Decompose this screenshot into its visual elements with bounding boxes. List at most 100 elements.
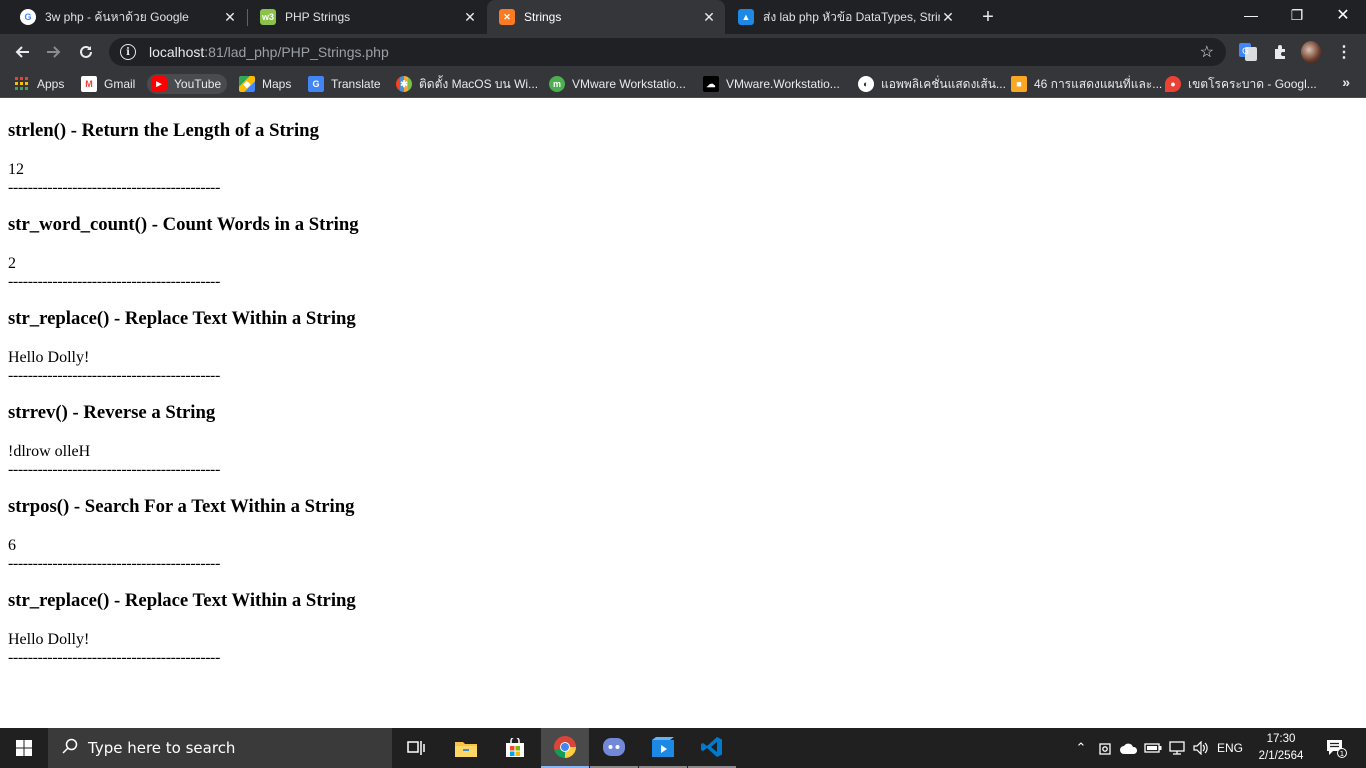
bookmark-label: YouTube	[174, 77, 222, 91]
close-tab-icon[interactable]: ✕	[462, 9, 478, 25]
site-info-icon[interactable]: i	[120, 44, 136, 60]
chrome-taskbar-icon[interactable]	[541, 728, 589, 768]
section-strlen: strlen() - Return the Length of a String…	[8, 120, 1358, 197]
bookmark-map-display[interactable]: ■ 46 การแสดงแผนที่และ...	[1011, 74, 1162, 94]
discord-icon[interactable]	[590, 728, 638, 768]
bookmark-apps[interactable]: Apps	[14, 74, 64, 94]
close-tab-icon[interactable]: ✕	[222, 9, 238, 25]
translate-icon: G	[308, 76, 324, 92]
forward-arrow-icon[interactable]	[40, 38, 68, 66]
bookmark-vmware-2[interactable]: ☁ VMware.Workstatio...	[703, 74, 840, 94]
back-arrow-icon[interactable]	[8, 38, 36, 66]
bookmark-label: VMware.Workstatio...	[726, 77, 840, 91]
tab-title: Strings	[524, 10, 562, 24]
search-icon	[62, 738, 78, 758]
volume-icon[interactable]	[1191, 728, 1211, 768]
bookmark-label: Apps	[37, 77, 65, 91]
section-heading: str_replace() - Replace Text Within a St…	[8, 590, 356, 611]
more-bookmarks-chevron-icon[interactable]: »	[1342, 74, 1350, 90]
url-host: localhost	[149, 44, 205, 60]
cloud-download-icon: ☁	[703, 76, 719, 92]
w3schools-icon: w3	[260, 9, 276, 25]
bookmark-outbreak-zone[interactable]: ● เขตโรคระบาด - Googl...	[1165, 74, 1317, 94]
tab-title: ส่ง lab php หัวข้อ DataTypes, Strings	[763, 9, 940, 24]
gmail-icon: M	[81, 76, 97, 92]
bookmark-gmail[interactable]: M Gmail	[81, 74, 135, 94]
section-heading: str_word_count() - Count Words in a Stri…	[8, 214, 359, 235]
section-str-word-count: str_word_count() - Count Words in a Stri…	[8, 214, 1358, 291]
maps-icon: ◆	[239, 76, 255, 92]
input-language-indicator[interactable]: ENG	[1213, 728, 1247, 768]
vmware-icon: m	[549, 76, 565, 92]
microsoft-store-icon[interactable]	[491, 728, 539, 768]
section-separator: ----------------------------------------…	[8, 273, 220, 290]
section-output: 2	[8, 255, 16, 272]
bookmark-youtube[interactable]: ▶ YouTube	[147, 74, 228, 94]
tab-classroom[interactable]: ▲ ส่ง lab php หัวข้อ DataTypes, Strings …	[726, 0, 964, 34]
tab-php-strings[interactable]: w3 PHP Strings ✕	[248, 0, 486, 34]
address-bar[interactable]: i localhost:81/lad_php/PHP_Strings.php ☆	[109, 38, 1226, 66]
camera-icon[interactable]	[1095, 728, 1115, 768]
bookmark-label: ติดตั้ง MacOS บน Wi...	[419, 76, 539, 91]
close-tab-icon[interactable]: ✕	[701, 9, 717, 25]
tab-strings-active[interactable]: ✕ Strings ✕	[487, 0, 725, 34]
bookmark-star-icon[interactable]: ☆	[1200, 42, 1214, 62]
network-icon[interactable]	[1167, 728, 1187, 768]
tab-title: PHP Strings	[285, 10, 351, 24]
section-separator: ----------------------------------------…	[8, 461, 220, 478]
map-pin-icon: ●	[1165, 76, 1181, 92]
file-explorer-icon[interactable]	[442, 728, 490, 768]
vscode-icon[interactable]	[688, 728, 736, 768]
tab-google-search[interactable]: G 3w php - ค้นหาด้วย Google ✕	[8, 0, 246, 34]
bookmark-label: เขตโรคระบาด - Googl...	[1188, 76, 1317, 91]
system-clock[interactable]: 17:30 2/1/2564	[1250, 731, 1312, 765]
section-heading: strrev() - Reverse a String	[8, 402, 216, 423]
section-separator: ----------------------------------------…	[8, 179, 220, 196]
joomla-icon: ✱	[396, 76, 412, 92]
windows-taskbar: Type here to search ⌃ ENG 17:30 2/1/2564	[0, 728, 1366, 768]
show-hidden-icons-chevron-icon[interactable]: ⌃	[1071, 728, 1091, 768]
profile-avatar[interactable]	[1301, 41, 1321, 63]
battery-icon[interactable]	[1143, 728, 1163, 768]
google-translate-extension-icon[interactable]: G	[1238, 42, 1258, 62]
bookmark-vmware-1[interactable]: m VMware Workstatio...	[549, 74, 686, 94]
search-placeholder: Type here to search	[88, 739, 236, 757]
bookmark-label: 46 การแสดงแผนที่และ...	[1034, 76, 1163, 91]
section-output: Hello Dolly!	[8, 631, 90, 648]
reload-icon[interactable]	[72, 38, 100, 66]
task-view-icon[interactable]	[392, 728, 440, 768]
close-window-icon[interactable]: ✕	[1320, 0, 1366, 30]
section-heading: strpos() - Search For a Text Within a St…	[8, 496, 355, 517]
clock-date: 2/1/2564	[1258, 750, 1304, 762]
chrome-menu-icon[interactable]: ⋮	[1334, 42, 1354, 62]
section-output: Hello Dolly!	[8, 349, 90, 366]
bookmark-label: VMware Workstatio...	[572, 77, 686, 91]
bookmark-maps[interactable]: ◆ Maps	[239, 74, 291, 94]
close-tab-icon[interactable]: ✕	[940, 9, 956, 25]
extensions-puzzle-icon[interactable]	[1270, 42, 1290, 62]
bookmark-macos-install[interactable]: ✱ ติดตั้ง MacOS บน Wi...	[396, 74, 538, 94]
windows-start-icon[interactable]	[0, 728, 48, 768]
svg-text:G: G	[1242, 47, 1249, 57]
onedrive-cloud-icon[interactable]	[1119, 728, 1139, 768]
taskbar-search-box[interactable]: Type here to search	[48, 728, 392, 768]
tab-title: 3w php - ค้นหาด้วย Google	[45, 9, 189, 24]
minimize-icon[interactable]: —	[1228, 0, 1274, 30]
globe-icon: ◐	[858, 76, 874, 92]
page-content: strlen() - Return the Length of a String…	[8, 103, 1358, 667]
restore-icon[interactable]: ❐	[1274, 0, 1320, 30]
browser-toolbar: i localhost:81/lad_php/PHP_Strings.php ☆…	[0, 34, 1366, 70]
bookmark-app-route[interactable]: ◐ แอพพลิเคชั่นแสดงเส้น...	[858, 74, 1006, 94]
bookmarks-bar: Apps M Gmail ▶ YouTube ◆ Maps G Translat…	[0, 70, 1366, 98]
bookmark-translate[interactable]: G Translate	[308, 74, 381, 94]
bookmark-label: Gmail	[104, 77, 136, 91]
action-center-notification-icon[interactable]: 1	[1316, 728, 1356, 768]
section-heading: strlen() - Return the Length of a String	[8, 120, 319, 141]
clock-time: 17:30	[1266, 733, 1296, 745]
movies-tv-icon[interactable]	[639, 728, 687, 768]
new-tab-plus-icon[interactable]: +	[976, 5, 1000, 29]
section-output: 6	[8, 537, 16, 554]
bookmark-label: Maps	[262, 77, 292, 91]
bookmark-label: Translate	[331, 77, 381, 91]
bookmark-label: แอพพลิเคชั่นแสดงเส้น...	[881, 76, 1006, 91]
